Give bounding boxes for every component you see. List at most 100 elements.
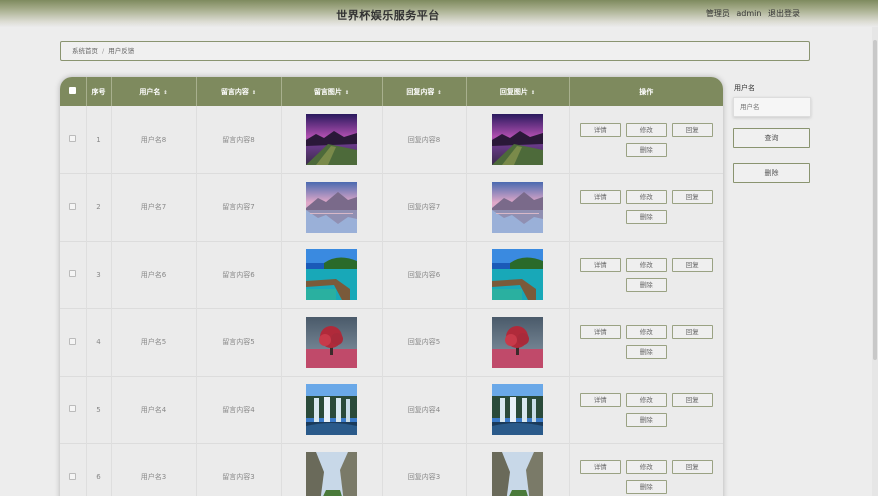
reply-image-thumbnail[interactable] bbox=[492, 181, 543, 233]
reply-image-thumbnail[interactable] bbox=[492, 451, 543, 496]
row-actions: 详情 修改 回复 删除 bbox=[569, 309, 723, 377]
row-index: 4 bbox=[86, 308, 112, 376]
search-button[interactable]: 查询 bbox=[733, 128, 810, 148]
detail-button[interactable]: 详情 bbox=[579, 392, 621, 407]
header-username[interactable]: 用户名 ⇕ bbox=[111, 77, 197, 106]
row-index: 5 bbox=[86, 376, 112, 444]
row-index: 3 bbox=[86, 241, 112, 309]
row-username: 用户名3 bbox=[111, 443, 197, 496]
edit-button[interactable]: 修改 bbox=[625, 392, 667, 407]
row-message: 留言内容7 bbox=[196, 173, 282, 241]
message-image-thumbnail[interactable] bbox=[306, 384, 357, 436]
row-reply: 回复内容3 bbox=[382, 443, 467, 496]
row-select-cell bbox=[60, 106, 87, 174]
reply-image-thumbnail[interactable] bbox=[492, 384, 543, 436]
sort-icon[interactable]: ⇕ bbox=[345, 90, 349, 96]
row-checkbox[interactable] bbox=[69, 270, 77, 278]
row-username: 用户名6 bbox=[111, 241, 197, 309]
table-row: 4 用户名5 留言内容5 回复内容5 详情 修改 回复 删除 bbox=[60, 308, 723, 377]
row-checkbox[interactable] bbox=[69, 337, 77, 345]
row-message: 留言内容6 bbox=[196, 241, 282, 309]
batch-delete-button[interactable]: 删除 bbox=[733, 163, 810, 183]
detail-button[interactable]: 详情 bbox=[579, 190, 621, 205]
username: admin bbox=[736, 9, 762, 18]
row-checkbox[interactable] bbox=[69, 202, 77, 210]
edit-button[interactable]: 修改 bbox=[625, 257, 667, 272]
reply-button[interactable]: 回复 bbox=[671, 325, 713, 340]
row-reply-image-cell bbox=[466, 106, 570, 174]
detail-button[interactable]: 详情 bbox=[579, 257, 621, 272]
reply-button[interactable]: 回复 bbox=[671, 460, 713, 475]
message-image-thumbnail[interactable] bbox=[306, 114, 357, 165]
edit-button[interactable]: 修改 bbox=[625, 325, 667, 340]
row-reply-image-cell bbox=[466, 241, 570, 309]
edit-button[interactable]: 修改 bbox=[625, 122, 667, 137]
edit-button[interactable]: 修改 bbox=[625, 460, 667, 475]
header-index: 序号 bbox=[86, 77, 112, 106]
reply-button[interactable]: 回复 bbox=[671, 122, 713, 137]
table-row: 6 用户名3 留言内容3 回复内容3 详情 修改 回复 删除 bbox=[60, 443, 723, 496]
scrollbar-thumb[interactable] bbox=[873, 40, 877, 360]
username-filter-label: 用户名 bbox=[734, 84, 755, 92]
table-header-row: 序号 用户名 ⇕ 留言内容 ⇕ 留言图片 ⇕ 回复内容 ⇕ 回复图片 ⇕ 操作 bbox=[60, 77, 723, 106]
user-area: 管理员 admin 退出登录 bbox=[702, 8, 800, 19]
sort-icon[interactable]: ⇕ bbox=[531, 90, 535, 96]
breadcrumb: 系统首页 / 用户反馈 bbox=[60, 41, 810, 61]
row-reply: 回复内容8 bbox=[382, 106, 467, 174]
logout-link[interactable]: 退出登录 bbox=[768, 9, 800, 18]
sort-icon[interactable]: ⇕ bbox=[163, 90, 167, 96]
row-reply-image-cell bbox=[466, 443, 570, 496]
row-checkbox[interactable] bbox=[69, 472, 77, 480]
table-row: 3 用户名6 留言内容6 回复内容6 详情 修改 回复 删除 bbox=[60, 241, 723, 309]
header-image[interactable]: 留言图片 ⇕ bbox=[281, 77, 383, 106]
message-image-thumbnail[interactable] bbox=[306, 316, 357, 368]
message-image-thumbnail[interactable] bbox=[306, 249, 357, 301]
row-checkbox[interactable] bbox=[69, 135, 77, 142]
row-actions: 详情 修改 回复 删除 bbox=[569, 241, 723, 309]
header-select-all[interactable] bbox=[60, 77, 87, 106]
reply-image-thumbnail[interactable] bbox=[492, 249, 543, 301]
row-message: 留言内容8 bbox=[196, 106, 282, 174]
detail-button[interactable]: 详情 bbox=[579, 325, 621, 340]
row-select-cell bbox=[60, 376, 87, 444]
row-reply-image-cell bbox=[466, 173, 570, 241]
reply-button[interactable]: 回复 bbox=[671, 392, 713, 407]
reply-button[interactable]: 回复 bbox=[671, 190, 713, 205]
delete-button[interactable]: 删除 bbox=[625, 210, 667, 225]
header-message[interactable]: 留言内容 ⇕ bbox=[196, 77, 282, 106]
sort-icon[interactable]: ⇕ bbox=[252, 90, 256, 96]
sort-icon[interactable]: ⇕ bbox=[437, 90, 441, 96]
row-username: 用户名7 bbox=[111, 173, 197, 241]
delete-button[interactable]: 删除 bbox=[625, 412, 667, 427]
row-select-cell bbox=[60, 241, 87, 309]
row-reply-image-cell bbox=[466, 376, 570, 444]
reply-button[interactable]: 回复 bbox=[671, 257, 713, 272]
edit-button[interactable]: 修改 bbox=[625, 190, 667, 205]
row-image-cell bbox=[281, 173, 383, 241]
delete-button[interactable]: 删除 bbox=[625, 480, 667, 495]
breadcrumb-home[interactable]: 系统首页 bbox=[72, 47, 98, 55]
row-username: 用户名5 bbox=[111, 308, 197, 376]
delete-button[interactable]: 删除 bbox=[625, 142, 667, 157]
row-message: 留言内容4 bbox=[196, 376, 282, 444]
row-checkbox[interactable] bbox=[69, 405, 77, 413]
reply-image-thumbnail[interactable] bbox=[492, 114, 543, 165]
header-reply[interactable]: 回复内容 ⇕ bbox=[382, 77, 467, 106]
row-image-cell bbox=[281, 106, 383, 174]
detail-button[interactable]: 详情 bbox=[579, 460, 621, 475]
message-image-thumbnail[interactable] bbox=[306, 181, 357, 233]
username-filter-input[interactable] bbox=[733, 97, 811, 117]
row-image-cell bbox=[281, 376, 383, 444]
row-message: 留言内容5 bbox=[196, 308, 282, 376]
feedback-table: 序号 用户名 ⇕ 留言内容 ⇕ 留言图片 ⇕ 回复内容 ⇕ 回复图片 ⇕ 操作 1 用户名… bbox=[60, 77, 723, 496]
select-all-checkbox[interactable] bbox=[69, 87, 77, 94]
delete-button[interactable]: 删除 bbox=[625, 277, 667, 292]
detail-button[interactable]: 详情 bbox=[579, 122, 621, 137]
row-image-cell bbox=[281, 241, 383, 309]
breadcrumb-current: 用户反馈 bbox=[108, 47, 135, 55]
reply-image-thumbnail[interactable] bbox=[492, 316, 543, 368]
message-image-thumbnail[interactable] bbox=[306, 451, 357, 496]
row-index: 1 bbox=[86, 106, 112, 174]
header-reply-image[interactable]: 回复图片 ⇕ bbox=[466, 77, 570, 106]
delete-button[interactable]: 删除 bbox=[625, 345, 667, 360]
